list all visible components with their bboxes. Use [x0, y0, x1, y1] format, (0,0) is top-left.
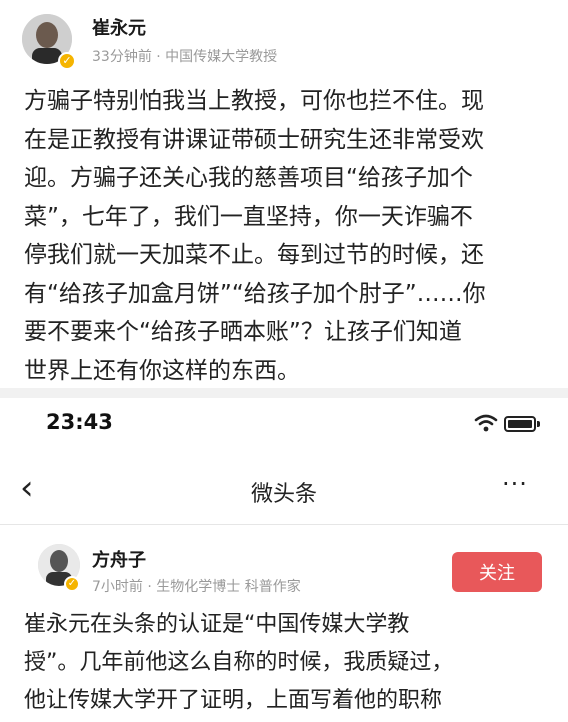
nav-divider — [0, 524, 568, 525]
page-title: 微头条 — [250, 482, 317, 507]
screenshot-divider — [0, 388, 568, 398]
post-line: 要不要来个“给孩子晒本账”？让孩子们知道 — [24, 319, 462, 345]
author-name[interactable]: 方舟子 — [92, 546, 146, 572]
follow-button[interactable]: 关注 — [452, 552, 542, 592]
post-line: 崔永元在头条的认证是“中国传媒大学教 — [24, 612, 410, 637]
post-body: 崔永元在头条的认证是“中国传媒大学教 授”。几年前他这么自称的时候，我质疑过， … — [24, 606, 554, 720]
post-fang: ✓ 方舟子 7小时前 · 生物化学博士 科普作家 关注 崔永元在头条的认证是“中… — [0, 530, 568, 722]
status-time: 23:43 — [46, 410, 113, 434]
post-line: 在是正教授有讲课证带硕士研究生还非常受欢 — [24, 126, 484, 153]
verified-badge-icon: ✓ — [58, 52, 76, 70]
post-line: 迎。方骗子还关心我的慈善项目“给孩子加个 — [24, 165, 473, 191]
post-line: 停我们就一天加菜不止。每到过节的时候，还 — [24, 242, 484, 268]
author-name[interactable]: 崔永元 — [92, 14, 146, 40]
post-line: 菜”，七年了，我们一直坚持，你一天诈骗不 — [24, 203, 473, 230]
battery-tip — [537, 421, 540, 427]
status-bar: 23:43 — [0, 398, 568, 450]
more-icon[interactable]: ··· — [502, 470, 528, 498]
post-line: 有“给孩子加盒月饼”“给孩子加个肘子”……你 — [24, 280, 486, 307]
post-body: 方骗子特别怕我当上教授，可你也拦不住。现 在是正教授有讲课证带硕士研究生还非常受… — [24, 82, 554, 390]
post-cui: ✓ 崔永元 33分钟前 · 中国传媒大学教授 方骗子特别怕我当上教授，可你也拦不… — [0, 0, 568, 388]
post-line: 他让传媒大学开了证明，上面写着他的职称 — [24, 688, 443, 713]
post-line: 世界上还有你这样的东西。 — [24, 357, 300, 384]
verified-badge-icon: ✓ — [64, 576, 80, 592]
wifi-icon — [474, 414, 498, 432]
post-meta: 33分钟前 · 中国传媒大学教授 — [92, 49, 278, 65]
post-line: 授”。几年前他这么自称的时候，我质疑过， — [24, 650, 454, 675]
battery-icon — [504, 416, 536, 432]
post-line: 方骗子特别怕我当上教授，可你也拦不住。现 — [24, 88, 484, 114]
top-nav: ‹ 微头条 ··· — [0, 460, 568, 520]
post-meta: 7小时前 · 生物化学博士 科普作家 — [92, 579, 301, 595]
